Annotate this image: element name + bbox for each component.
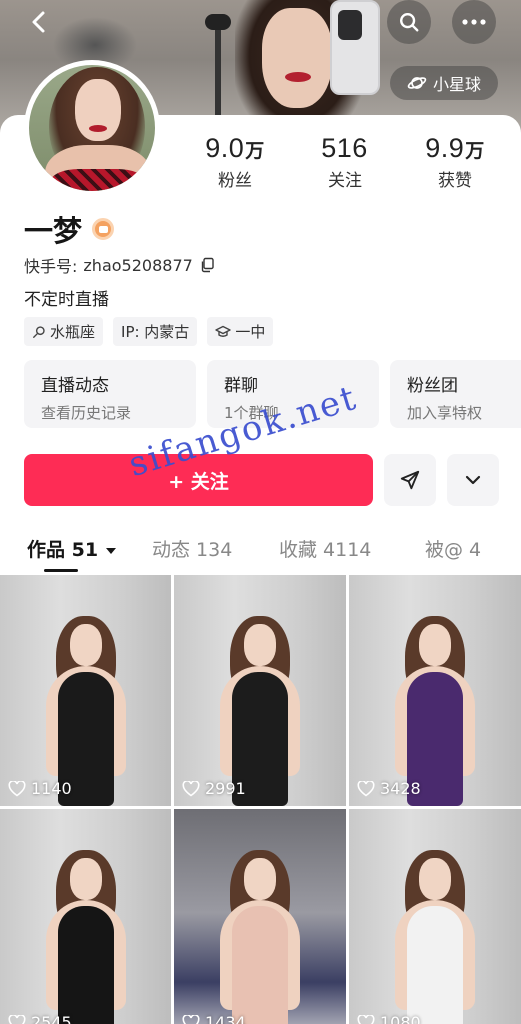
action-row: + 关注 (24, 454, 499, 506)
tag-ip: IP: 内蒙古 (113, 317, 198, 346)
feature-fan-club-sub: 加入享特权 (407, 404, 483, 422)
video-tile[interactable]: 1434 (174, 809, 346, 1024)
video-like-count: 1434 (182, 1013, 246, 1024)
stat-following[interactable]: 516 关注 (290, 133, 400, 193)
graduation-cap-icon (215, 325, 232, 337)
profile-name: 一梦 (24, 214, 83, 248)
feature-live-history-sub: 查看历史记录 (41, 404, 132, 422)
tag-ip-label: IP: 内蒙古 (121, 323, 190, 341)
more-button[interactable] (452, 0, 496, 44)
kuaishou-id-row: 快手号: zhao5208877 (24, 253, 215, 277)
feature-fan-club-title: 粉丝团 (407, 376, 458, 396)
banner-lips (285, 72, 311, 82)
stat-likes-label: 获赞 (438, 171, 472, 191)
video-like-count: 1080 (357, 1013, 421, 1024)
stat-fans-unit: 万 (245, 141, 265, 162)
heart-icon (182, 780, 200, 797)
heart-icon (8, 1014, 26, 1024)
video-like-count: 2545 (8, 1013, 72, 1024)
video-grid: 1140 2991 3428 2545 1434 1080 (0, 575, 521, 1024)
planet-label: 小星球 (432, 75, 481, 94)
stats-row: 9.0万 粉丝 516 关注 9.9万 获赞 (180, 133, 510, 193)
active-tab-indicator (44, 569, 78, 572)
share-button[interactable] (384, 454, 436, 506)
stat-fans-label: 粉丝 (218, 171, 252, 191)
heart-icon (357, 1014, 375, 1024)
video-like-count: 3428 (357, 779, 421, 798)
chevron-down-icon (465, 475, 481, 485)
tab-favorites[interactable]: 收藏 4114 (279, 535, 371, 562)
video-like-count: 2991 (182, 779, 246, 798)
video-tile[interactable]: 1140 (0, 575, 171, 806)
kuaishou-id: zhao5208877 (83, 255, 193, 275)
video-tile[interactable]: 2545 (0, 809, 171, 1024)
tab-works[interactable]: 作品 51 (27, 535, 117, 562)
stat-following-num: 516 (321, 133, 368, 163)
stat-likes-unit: 万 (465, 141, 485, 162)
tag-school-label: 一中 (235, 323, 266, 341)
expand-button[interactable] (447, 454, 499, 506)
copy-icon[interactable] (199, 257, 215, 273)
planet-icon (407, 77, 427, 89)
stat-fans[interactable]: 9.0万 粉丝 (180, 133, 290, 193)
tag-school: 一中 (207, 317, 274, 346)
feature-live-history[interactable]: 直播动态 查看历史记录 (24, 360, 196, 428)
heart-icon (357, 780, 375, 797)
search-icon (33, 325, 45, 338)
tab-moments[interactable]: 动态 134 (152, 535, 232, 562)
more-icon (462, 19, 486, 25)
content-tabs: 作品 51 动态 134 收藏 4114 被@ 4 (0, 527, 521, 572)
search-button[interactable] (387, 0, 431, 44)
tab-mentions[interactable]: 被@ 4 (425, 535, 481, 562)
video-like-value: 1434 (205, 1013, 246, 1024)
banner-phone (330, 0, 380, 95)
heart-icon (182, 1014, 200, 1024)
caret-down-icon (105, 548, 116, 554)
avatar[interactable] (24, 60, 160, 196)
search-icon (400, 13, 419, 32)
background-light-stand (205, 14, 231, 120)
video-like-value: 1140 (31, 779, 72, 798)
level-badge-icon[interactable] (92, 218, 115, 240)
video-tile[interactable]: 3428 (349, 575, 521, 806)
video-like-value: 2991 (205, 779, 246, 798)
tab-works-label: 作品 51 (27, 539, 99, 561)
name-row: 一梦 (24, 208, 115, 250)
video-like-value: 1080 (380, 1013, 421, 1024)
back-button[interactable] (18, 0, 62, 44)
banner-face (262, 8, 332, 108)
stat-following-label: 关注 (328, 171, 362, 191)
tag-row: 水瓶座 IP: 内蒙古 一中 (24, 317, 274, 346)
video-like-count: 1140 (8, 779, 72, 798)
video-tile[interactable]: 1080 (349, 809, 521, 1024)
kuaishou-id-label: 快手号: (24, 257, 78, 276)
tag-zodiac: 水瓶座 (24, 317, 104, 346)
stat-likes-num: 9.9 (425, 133, 465, 163)
feature-live-history-title: 直播动态 (41, 376, 109, 396)
video-like-value: 2545 (31, 1013, 72, 1024)
small-planet-button[interactable]: 小星球 (390, 66, 498, 100)
heart-icon (8, 780, 26, 797)
feature-fan-club[interactable]: 粉丝团 加入享特权 (390, 360, 521, 428)
profile-bio: 不定时直播 (24, 290, 109, 310)
chevron-left-icon (32, 11, 45, 33)
video-like-value: 3428 (380, 779, 421, 798)
stat-fans-num: 9.0 (205, 133, 245, 163)
stat-likes[interactable]: 9.9万 获赞 (400, 133, 510, 193)
send-icon (400, 470, 420, 490)
video-tile[interactable]: 2991 (174, 575, 346, 806)
tag-zodiac-label: 水瓶座 (50, 323, 96, 341)
